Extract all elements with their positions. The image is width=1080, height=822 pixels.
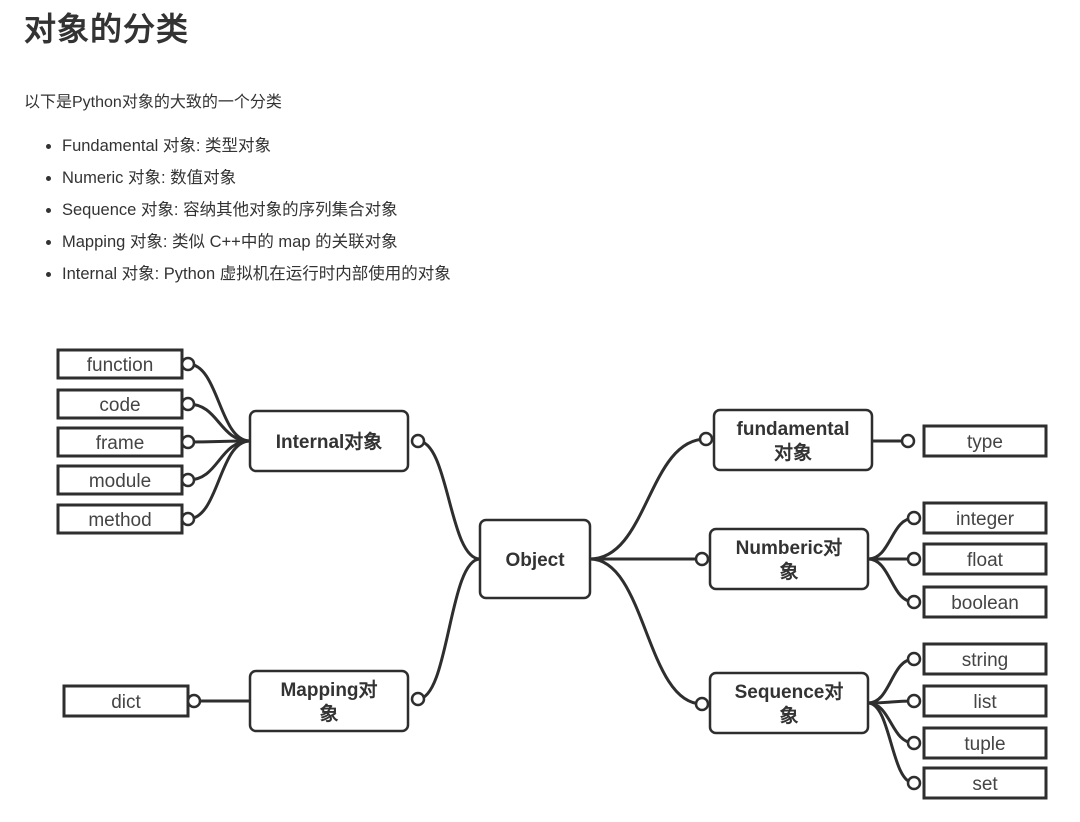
connector-dot (180, 434, 196, 450)
node-label: Internal对象 (276, 430, 383, 453)
edge-internal-code (187, 402, 251, 443)
leaf-node-tuple: tuple (922, 726, 1048, 760)
connector-dot (180, 511, 196, 527)
edge-object-mapping (417, 557, 481, 701)
node-label: fundamental (737, 419, 850, 440)
edge-object-fundamental (589, 437, 707, 561)
leaf-label: integer (956, 509, 1015, 530)
leaf-label: string (962, 650, 1008, 671)
leaf-label: float (967, 550, 1004, 571)
leaf-label: frame (96, 433, 145, 454)
leaf-label: module (89, 471, 151, 492)
node-label: Mapping对 (280, 678, 377, 701)
leaf-label: tuple (964, 734, 1005, 755)
edge-internal-module (187, 439, 251, 482)
connector-dot (410, 433, 426, 449)
leaf-label: method (88, 510, 151, 531)
leaf-node-module: module (56, 464, 184, 496)
edge-numeric-integer (867, 516, 915, 561)
node-label: 对象 (774, 441, 812, 464)
leaf-label: boolean (951, 593, 1019, 614)
leaf-label: code (99, 395, 140, 416)
edge-object-internal (417, 439, 481, 561)
node-label: Sequence对 (735, 680, 844, 703)
node-label: Numberic对 (736, 536, 843, 559)
leaf-label: function (87, 355, 154, 376)
connector-dot (180, 472, 196, 488)
leaf-node-list: list (922, 684, 1048, 718)
node-label: 象 (779, 560, 798, 583)
object-classification-diagram: function code frame module method Internal对象 d… (56, 348, 1048, 800)
leaf-label: dict (111, 692, 141, 713)
connector-dot (180, 396, 196, 412)
leaf-label: set (972, 774, 998, 795)
connector-dot (900, 433, 916, 449)
connector-dot (906, 693, 922, 709)
connector-dot (906, 594, 922, 610)
connector-dot (694, 551, 710, 567)
leaf-node-type: type (922, 424, 1048, 458)
node-internal: Internal对象 (248, 409, 410, 473)
leaf-node-string: string (922, 642, 1048, 676)
connector-dot (180, 356, 196, 372)
leaf-node-dict: dict (62, 684, 190, 718)
node-label: Object (505, 550, 565, 571)
edge-sequence-string (867, 657, 915, 705)
connector-dot (186, 693, 202, 709)
leaf-label: type (967, 432, 1003, 453)
connector-dot (906, 775, 922, 791)
leaf-node-function: function (56, 348, 184, 380)
node-mapping: Mapping对象 (248, 669, 410, 733)
leaf-node-frame: frame (56, 426, 184, 458)
connector-dot (698, 431, 714, 447)
leaf-node-float: float (922, 542, 1048, 576)
edge-numeric-boolean (867, 557, 915, 604)
leaf-node-set: set (922, 766, 1048, 800)
node-label: 象 (779, 704, 798, 727)
connector-dot (906, 735, 922, 751)
connector-dot (906, 510, 922, 526)
connector-dot (906, 551, 922, 567)
node-object-root: Object (478, 518, 592, 600)
connector-dot (694, 696, 710, 712)
node-sequence: Sequence对象 (708, 671, 870, 735)
leaf-node-code: code (56, 388, 184, 420)
node-label: 象 (319, 702, 338, 725)
edge-object-sequence (589, 557, 703, 706)
node-numeric: Numberic对象 (708, 527, 870, 591)
edge-sequence-tuple (867, 701, 915, 745)
node-fundamental: fundamental对象 (712, 408, 874, 472)
connector-dot (906, 651, 922, 667)
leaf-node-boolean: boolean (922, 585, 1048, 619)
leaf-label: list (973, 692, 997, 713)
leaf-node-method: method (56, 503, 184, 535)
edge-internal-function (187, 362, 251, 443)
leaf-node-integer: integer (922, 501, 1048, 535)
connector-dot (410, 691, 426, 707)
